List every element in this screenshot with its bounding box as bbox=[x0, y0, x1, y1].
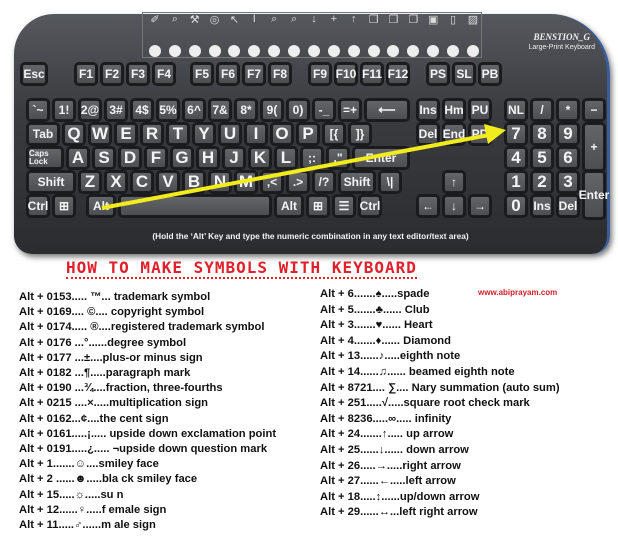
shortcut-item: Alt + 0169.... ©.... copyright symbol bbox=[19, 306, 205, 319]
shortcut-item: Alt + 8236.....∞..... infinity bbox=[320, 412, 452, 425]
shortcut-item: Alt + 25......↓...... down arrow bbox=[320, 443, 469, 456]
shortcut-item: Alt + 6.......♠.....spade bbox=[320, 288, 430, 300]
shortcut-item: Alt + 0191.....¿..... ¬upside down quest… bbox=[19, 443, 268, 456]
right-shortcut-list: Alt + 6.......♠.....spade Alt + 5.......♣… bbox=[320, 287, 560, 521]
shortcut-item: Alt + 8721.... ∑.... Nary summation (aut… bbox=[320, 381, 560, 394]
alt-to-numpad-arrow bbox=[101, 124, 506, 210]
shortcut-item: Alt + 11.....♂......m ale sign bbox=[19, 519, 156, 532]
shortcut-item: Alt + 2 ......☻.....bla ck smiley face bbox=[19, 473, 198, 486]
arrowhead-icon bbox=[484, 124, 506, 144]
shortcut-item: Alt + 0153..... ™... trademark symbol bbox=[19, 291, 211, 303]
shortcut-item: Alt + 27......←.....left arrow bbox=[320, 475, 456, 488]
shortcut-item: Alt + 0190 ...¾....fraction, three-fourt… bbox=[19, 382, 223, 395]
shortcut-item: Alt + 18.....↕......up/down arrow bbox=[320, 490, 480, 503]
keyboard-image: ✐ ⌕ ⚒ ◎ ↖ I ⌕ ⌕ ↓ + ↑ ❐ ❐ ❐ ▣ ▯ ▨ BENSTION_G Large-Print… bbox=[14, 12, 610, 254]
shortcut-item: Alt + 4.......♦...... Diamond bbox=[320, 334, 451, 347]
shortcut-item: Alt + 12......♀.....f emale sign bbox=[19, 503, 167, 516]
shortcut-item: Alt + 0176 ...°......degree symbol bbox=[19, 336, 187, 349]
shortcut-item: Alt + 24.......↑..... up arrow bbox=[320, 428, 454, 441]
shortcut-item: Alt + 0177 ...±....plus-or minus sign bbox=[19, 351, 203, 364]
shortcut-item: Alt + 251.....√.....square root check ma… bbox=[320, 397, 530, 410]
shortcut-item: Alt + 26.....→.....right arrow bbox=[320, 459, 461, 472]
shortcut-item: Alt + 13......♪.....eighth note bbox=[320, 350, 461, 363]
shortcut-item: Alt + 29......↔...left right arrow bbox=[320, 506, 478, 519]
shortcut-item: Alt + 15.....☼.....su n bbox=[19, 488, 124, 501]
shortcut-item: Alt + 1.......☺....smiley face bbox=[19, 458, 159, 471]
left-shortcut-list: Alt + 0153..... ™... trademark symbol Alt… bbox=[19, 290, 276, 533]
page-title: HOW TO MAKE SYMBOLS WITH KEYBOARD bbox=[66, 258, 417, 279]
shortcut-item: Alt + 3.......♥...... Heart bbox=[320, 319, 433, 332]
shortcut-item: Alt + 0215 ....×.....multiplication sign bbox=[19, 397, 208, 410]
hint-text: (Hold the ‘Alt’ Key and type the numeric… bbox=[152, 231, 469, 241]
shortcut-item: Alt + 0174..... ®....registered trademar… bbox=[19, 321, 265, 334]
shortcut-item: Alt + 0161.....¡..... upside down exclam… bbox=[19, 427, 277, 440]
shortcut-item: Alt + 0162...¢....the cent sign bbox=[19, 412, 169, 425]
shortcut-item: Alt + 0182 ...¶.....paragraph mark bbox=[19, 367, 191, 380]
shortcut-item: Alt + 5.......♣...... Club bbox=[320, 303, 430, 316]
shortcut-item: Alt + 14......♫...... beamed eighth note bbox=[320, 365, 515, 378]
